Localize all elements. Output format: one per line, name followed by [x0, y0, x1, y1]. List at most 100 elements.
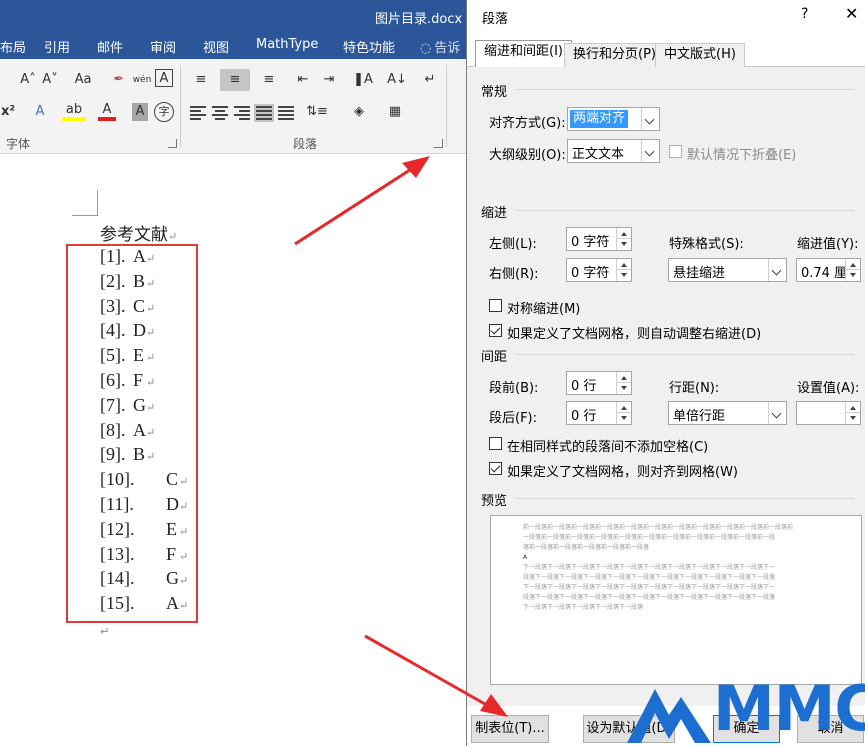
shrink-font-icon[interactable]: A˅ [40, 69, 60, 91]
reference-item[interactable]: [7]. G ↵ [100, 395, 155, 416]
help-button[interactable]: ? [801, 6, 808, 22]
space-after-input[interactable]: 0 行 [566, 401, 632, 425]
indent-right-input[interactable]: 0 字符 [566, 258, 632, 282]
reference-item[interactable]: [4]. D ↵ [100, 320, 155, 341]
spin-up-icon[interactable] [617, 402, 631, 413]
char-shading-icon[interactable]: A [132, 103, 148, 121]
spin-up-icon[interactable] [617, 259, 631, 270]
reference-number: [8]. [100, 419, 126, 440]
sort-icon[interactable]: A↓ [386, 69, 408, 91]
char-border-icon[interactable]: A [155, 69, 173, 87]
align-center-icon[interactable] [212, 106, 228, 120]
reference-item[interactable]: [11]. D ↵ [100, 494, 188, 515]
spin-up-icon[interactable] [617, 228, 631, 239]
reference-item[interactable]: [8]. A ↵ [100, 419, 155, 441]
reference-item[interactable]: [13]. F ↵ [100, 544, 188, 565]
chinese-layout-icon[interactable]: ❚A [348, 69, 378, 91]
align-left-icon[interactable] [190, 106, 206, 120]
grow-font-icon[interactable]: A˄ [18, 69, 38, 91]
reference-item[interactable]: [2]. B ↵ [100, 271, 155, 292]
bullets-icon[interactable]: ≡ [188, 69, 214, 91]
line-spacing-select[interactable]: 单倍行距 [668, 401, 787, 425]
paragraph-mark: ↵ [179, 575, 189, 588]
paragraph-dialog-launcher[interactable] [434, 139, 443, 148]
align-right-icon[interactable] [234, 106, 250, 120]
superscript-icon[interactable]: x² [0, 101, 16, 123]
reference-item[interactable]: [15]. A ↵ [100, 593, 188, 614]
reference-text: A [133, 419, 146, 440]
tab-layout[interactable]: 布局 [0, 37, 26, 56]
paragraph-mark: ↵ [146, 451, 156, 464]
shading-icon[interactable]: ◈ [344, 101, 374, 123]
tabs-button[interactable]: 制表位(T)... [471, 715, 549, 743]
spin-down-icon[interactable] [846, 413, 860, 424]
indent-by-label: 缩进值(Y): [797, 237, 859, 252]
spacing-at-input[interactable] [796, 401, 861, 425]
mirror-indent-checkbox[interactable] [489, 299, 502, 312]
space-before-input[interactable]: 0 行 [566, 371, 632, 395]
spin-up-icon[interactable] [846, 259, 860, 270]
reference-item[interactable]: [5]. E ↵ [100, 345, 155, 366]
reference-item[interactable]: [6]. F ↵ [100, 370, 155, 391]
outline-level-select[interactable]: 正文文本 [567, 139, 660, 163]
numbering-icon[interactable]: ≡ [220, 69, 250, 91]
references-heading[interactable]: 参考文献↵ [100, 220, 177, 245]
tab-view[interactable]: 视图 [203, 37, 229, 56]
reference-item[interactable]: [14]. G ↵ [100, 568, 188, 589]
line-spacing-icon[interactable]: ⇅≡ [302, 101, 332, 123]
clear-format-icon[interactable]: ✒ [108, 69, 130, 91]
spin-up-icon[interactable] [846, 402, 860, 413]
spin-down-icon[interactable] [846, 270, 860, 281]
reference-item[interactable]: [9]. B ↵ [100, 444, 155, 465]
alignment-select[interactable]: 两端对齐 [567, 107, 660, 131]
justify-icon[interactable] [254, 104, 274, 122]
font-dialog-launcher[interactable] [168, 139, 177, 148]
chevron-down-icon [768, 402, 786, 424]
reference-text: B [133, 444, 146, 465]
spin-down-icon[interactable] [617, 383, 631, 394]
spin-down-icon[interactable] [617, 239, 631, 250]
show-marks-icon[interactable]: ↵ [420, 69, 440, 91]
multilevel-list-icon[interactable]: ≡ [254, 69, 284, 91]
text-effects-icon[interactable]: A [30, 101, 50, 123]
borders-icon[interactable]: ▦ [380, 101, 410, 123]
distributed-icon[interactable] [278, 106, 294, 120]
tab-special-features[interactable]: 特色功能 [343, 37, 395, 56]
tab-review[interactable]: 审阅 [150, 37, 176, 56]
change-case-icon[interactable]: Aa [66, 69, 100, 91]
increase-indent-icon[interactable]: ⇥ [318, 69, 340, 91]
tab-line-page-breaks[interactable]: 换行和分页(P) [564, 43, 665, 67]
enclose-char-icon[interactable]: 字 [154, 102, 174, 122]
tab-asian-typography[interactable]: 中文版式(H) [655, 43, 745, 67]
indent-left-input[interactable]: 0 字符 [566, 227, 632, 251]
tab-references[interactable]: 引用 [44, 37, 70, 56]
paragraph-mark: ↵ [179, 501, 189, 513]
tab-indents-spacing[interactable]: 缩进和间距(I) [475, 40, 572, 67]
reference-item[interactable]: [3]. C ↵ [100, 296, 155, 317]
group-separator [180, 65, 181, 147]
spin-down-icon[interactable] [617, 413, 631, 424]
tab-mathtype[interactable]: MathType [256, 37, 318, 52]
reference-item[interactable]: [10]. C ↵ [100, 469, 188, 490]
tab-mailings[interactable]: 邮件 [97, 37, 123, 56]
highlight-icon[interactable]: ab [62, 101, 86, 121]
reference-item[interactable]: [12]. E ↵ [100, 519, 188, 540]
auto-adjust-checkbox[interactable] [489, 324, 502, 337]
space-before-label: 段前(B): [489, 381, 539, 396]
reference-item[interactable]: [1]. A ↵ [100, 246, 155, 267]
spin-down-icon[interactable] [617, 270, 631, 281]
snap-to-grid-checkbox[interactable] [489, 462, 502, 475]
collapse-default-checkbox[interactable] [669, 145, 682, 158]
reference-text: A [133, 246, 146, 266]
font-color-icon[interactable]: A [98, 101, 116, 121]
special-indent-select[interactable]: 悬挂缩进 [668, 258, 787, 282]
close-button[interactable]: ✕ [845, 4, 858, 23]
decrease-indent-icon[interactable]: ⇤ [292, 69, 314, 91]
indent-by-input[interactable]: 0.74 厘米 [796, 258, 861, 282]
reference-text: C [133, 295, 146, 316]
spin-up-icon[interactable] [617, 372, 631, 383]
phonetic-guide-icon[interactable]: wén [132, 69, 152, 91]
tell-me-search[interactable]: ◌ 告诉 [420, 37, 460, 56]
no-space-same-style-checkbox[interactable] [489, 437, 502, 450]
space-after-label: 段后(F): [489, 411, 538, 426]
